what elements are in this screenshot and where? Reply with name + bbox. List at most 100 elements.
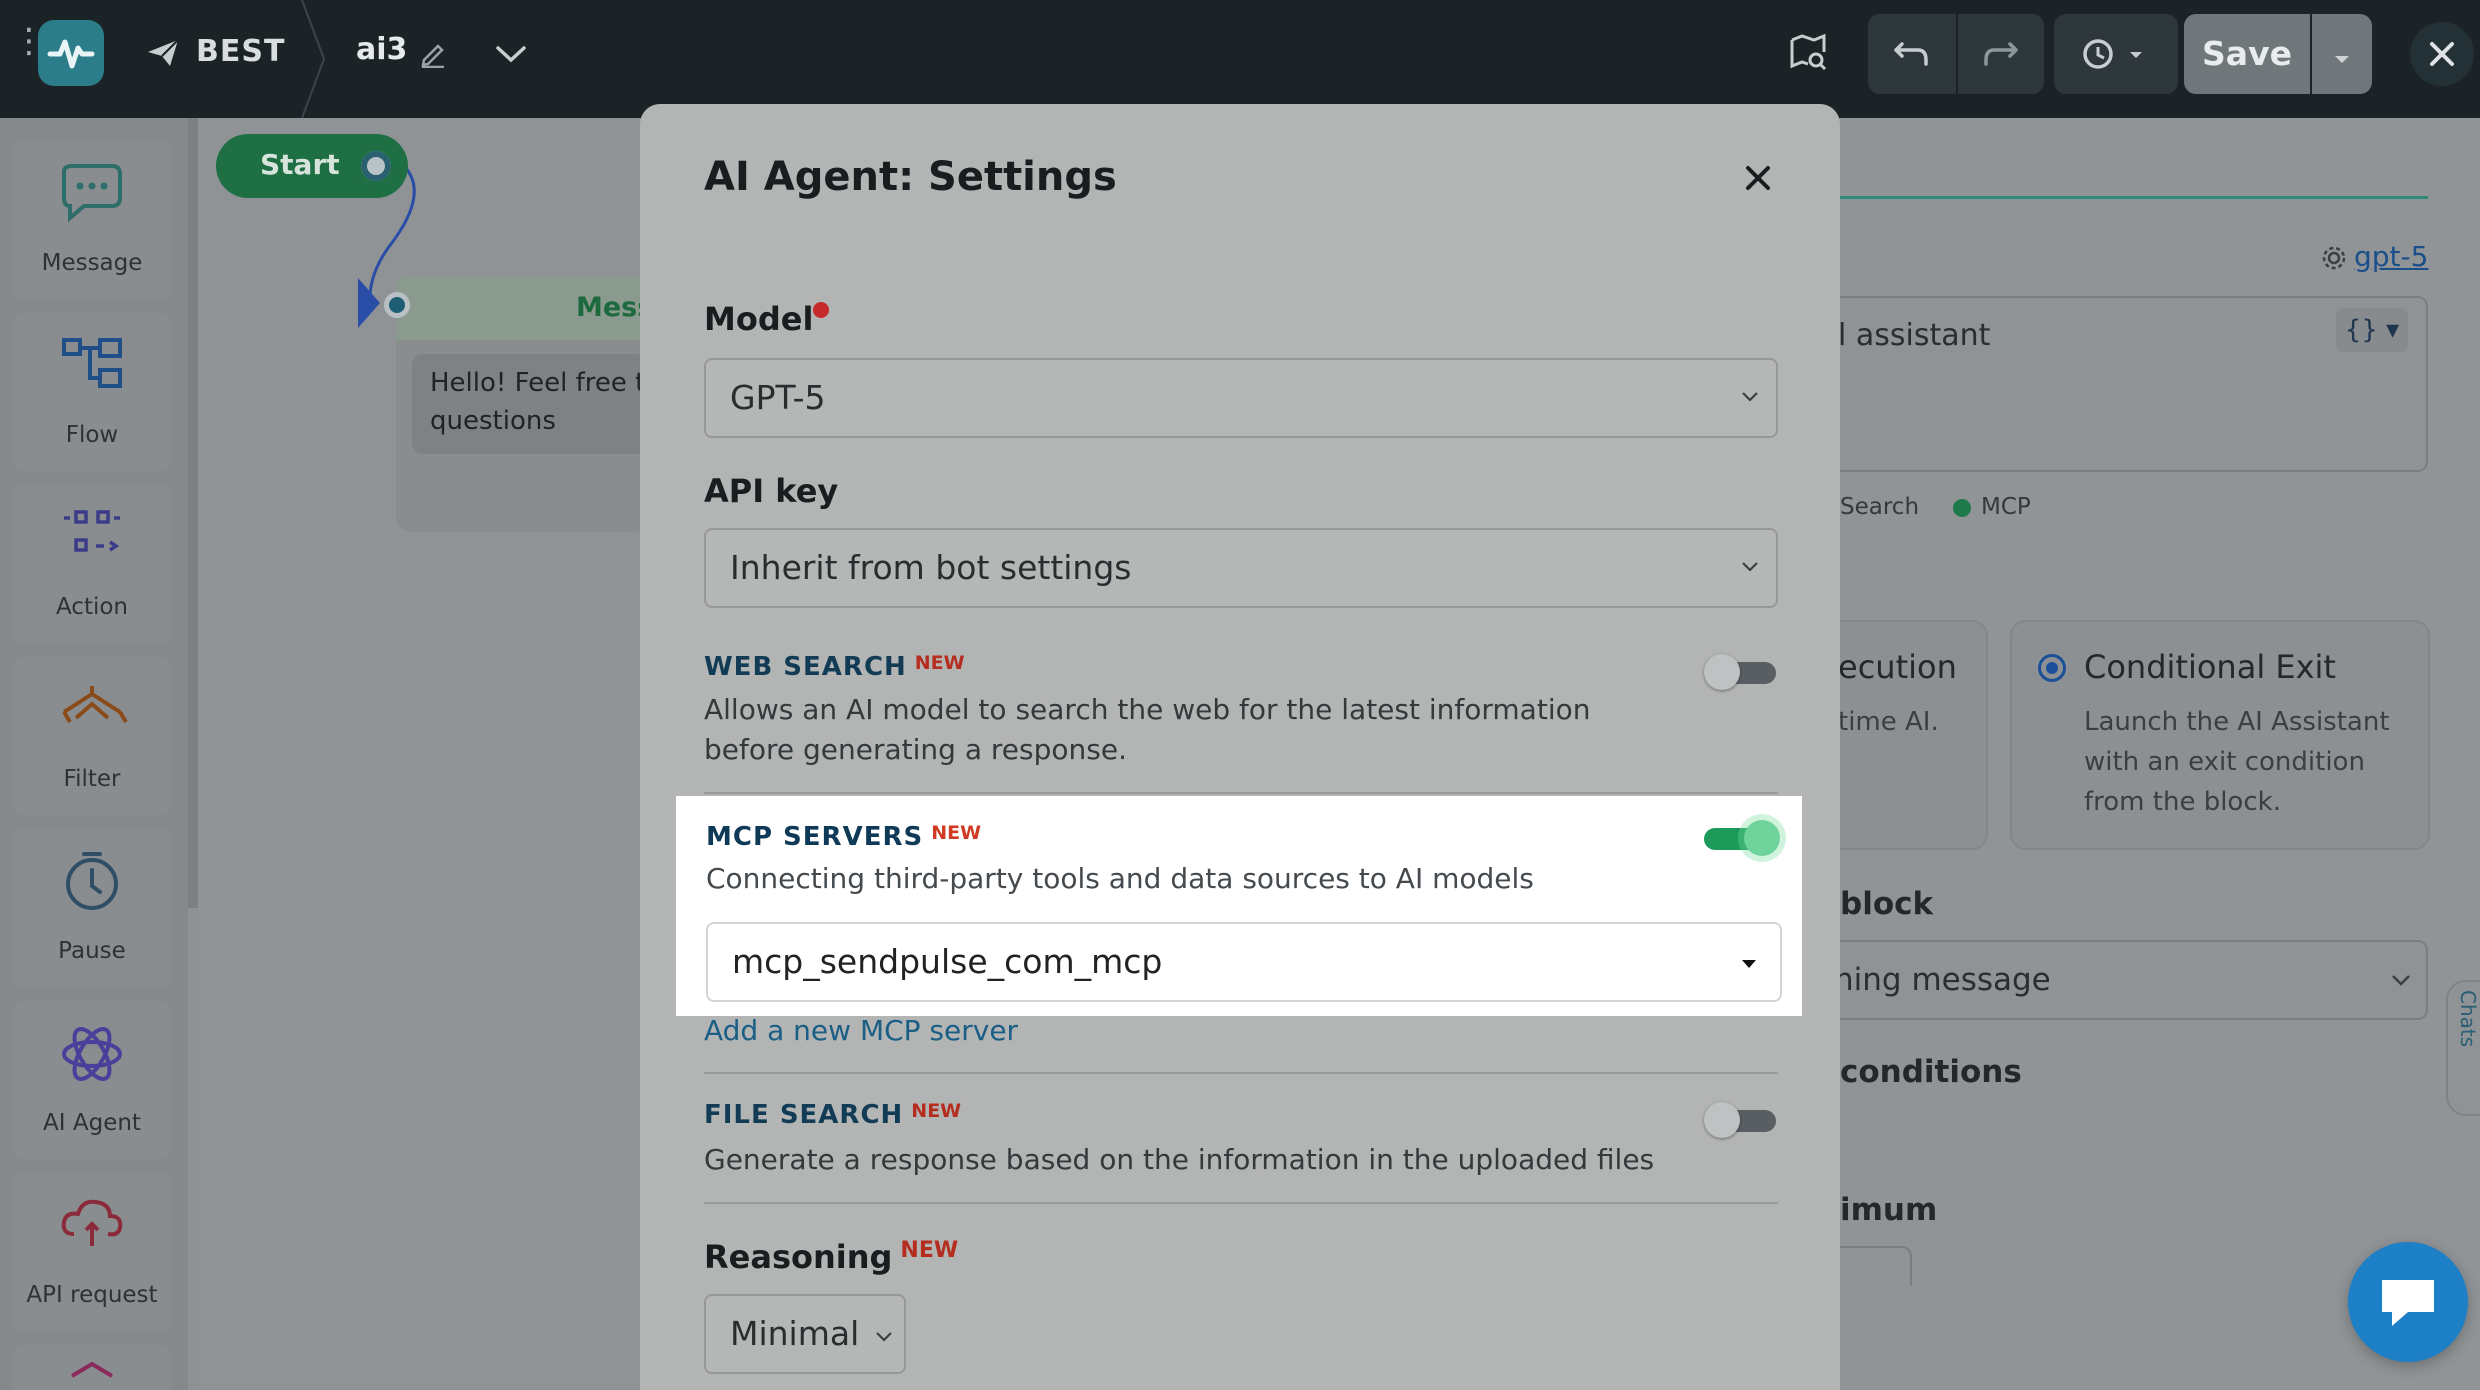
api-key-select[interactable]: Inherit from bot settings bbox=[704, 528, 1778, 608]
live-chat-button[interactable] bbox=[2348, 1242, 2468, 1362]
palette-label: API request bbox=[26, 1282, 158, 1308]
file-search-toggle[interactable] bbox=[1704, 1100, 1780, 1140]
chevron-down-icon bbox=[1742, 392, 1758, 402]
mcp-status-dot bbox=[1953, 498, 1972, 517]
caret-down-icon bbox=[1742, 960, 1756, 968]
modal-title: AI Agent: Settings bbox=[704, 154, 1117, 200]
chevron-down-icon bbox=[1742, 562, 1758, 572]
reasoning-select-value: Minimal bbox=[730, 1314, 860, 1353]
add-mcp-server-link[interactable]: Add a new MCP server bbox=[704, 1014, 1018, 1047]
message-input-port[interactable] bbox=[384, 292, 410, 318]
redo-icon bbox=[1984, 42, 2018, 66]
model-select-value: GPT-5 bbox=[730, 378, 826, 417]
undo-button[interactable] bbox=[1868, 14, 1956, 94]
palette-item-pause[interactable]: Pause bbox=[12, 828, 172, 988]
block-select[interactable]: ning message bbox=[1780, 940, 2428, 1020]
edit-icon[interactable] bbox=[418, 38, 448, 68]
close-icon bbox=[2430, 42, 2454, 66]
tool-tags: Search MCP bbox=[1840, 494, 2031, 520]
chats-side-tab[interactable]: Chats bbox=[2446, 980, 2480, 1116]
new-badge: NEW bbox=[931, 822, 982, 844]
mcp-servers-description: Connecting third-party tools and data so… bbox=[706, 862, 1534, 895]
model-label: Model bbox=[704, 300, 830, 338]
palette-label: Filter bbox=[63, 766, 121, 792]
api-key-label: API key bbox=[704, 472, 839, 510]
conditional-exit-radio[interactable] bbox=[2038, 654, 2066, 682]
divider bbox=[704, 1202, 1778, 1204]
palette-label: Message bbox=[41, 250, 143, 276]
web-search-toggle[interactable] bbox=[1704, 652, 1780, 692]
reasoning-select[interactable]: Minimal bbox=[704, 1294, 906, 1374]
required-indicator bbox=[813, 302, 830, 318]
conditional-exit-card[interactable]: Conditional Exit Launch the AI Assistant… bbox=[2010, 620, 2430, 850]
prompt-text: l assistant bbox=[1838, 318, 1991, 353]
message-node-header: Mess bbox=[396, 276, 653, 340]
gear-icon[interactable] bbox=[2320, 244, 2348, 272]
palette-label: Action bbox=[55, 594, 129, 620]
web-search-title: WEB SEARCH NEW bbox=[704, 652, 965, 682]
chat-icon bbox=[2382, 1280, 2434, 1326]
more-vertical-icon[interactable]: ⋮ bbox=[12, 24, 46, 80]
model-link[interactable]: gpt-5 bbox=[2354, 240, 2428, 273]
bot-name[interactable]: BEST bbox=[196, 34, 285, 69]
chevron-down-icon bbox=[2392, 975, 2410, 986]
card-title: ecution bbox=[1838, 648, 1957, 686]
palette-item-ai-agent[interactable]: AI Agent bbox=[12, 1000, 172, 1160]
mcp-servers-toggle[interactable] bbox=[1704, 818, 1780, 858]
map-search-icon[interactable] bbox=[1788, 32, 1828, 72]
breadcrumb-separator bbox=[301, 0, 326, 118]
caret-down-icon bbox=[2335, 56, 2349, 63]
card-desc: time AI. bbox=[1838, 707, 1939, 737]
new-badge: NEW bbox=[900, 1238, 959, 1263]
send-icon bbox=[148, 39, 179, 66]
palette-item-more[interactable] bbox=[12, 1344, 172, 1390]
palette-scrollbar[interactable] bbox=[188, 118, 198, 908]
palette-item-api-request[interactable]: API request bbox=[12, 1172, 172, 1332]
model-select[interactable]: GPT-5 bbox=[704, 358, 1778, 438]
minimum-heading: imum bbox=[1840, 1192, 1938, 1228]
web-search-description: Allows an AI model to search the web for… bbox=[704, 693, 1591, 766]
variables-button[interactable]: {} ▾ bbox=[2336, 308, 2408, 352]
save-options-button[interactable] bbox=[2312, 14, 2372, 94]
reasoning-label: Reasoning NEW bbox=[704, 1238, 959, 1276]
palette-label: Pause bbox=[58, 938, 126, 964]
start-output-port[interactable] bbox=[354, 144, 398, 188]
close-icon[interactable] bbox=[1740, 160, 1776, 196]
cube-icon bbox=[70, 1361, 114, 1378]
block-select-value: ning message bbox=[1834, 962, 2051, 998]
divider bbox=[704, 1072, 1778, 1074]
message-node-body: Hello! Feel free t questions bbox=[412, 354, 646, 454]
palette-item-filter[interactable]: Filter bbox=[12, 656, 172, 816]
flow-name[interactable]: ai3 bbox=[356, 32, 407, 67]
tag-mcp: MCP bbox=[1981, 494, 2031, 520]
block-heading: block bbox=[1840, 886, 1934, 922]
message-node[interactable]: Mess Hello! Feel free t questions bbox=[396, 276, 653, 532]
flow-icon bbox=[62, 338, 122, 388]
history-button[interactable] bbox=[2054, 14, 2178, 94]
palette-item-action[interactable]: Action bbox=[12, 484, 172, 644]
mcp-server-select[interactable]: mcp_sendpulse_com_mcp bbox=[706, 922, 1782, 1002]
undo-icon bbox=[1894, 42, 1928, 66]
start-node[interactable]: Start bbox=[216, 134, 408, 198]
close-editor-button[interactable] bbox=[2410, 22, 2474, 86]
palette-item-flow[interactable]: Flow bbox=[12, 312, 172, 472]
redo-button[interactable] bbox=[1958, 14, 2044, 94]
chevron-down-icon[interactable] bbox=[494, 38, 528, 68]
api-key-select-value: Inherit from bot settings bbox=[730, 548, 1132, 587]
card-desc: Launch the AI Assistant with an exit con… bbox=[2084, 707, 2390, 817]
app-logo-icon[interactable] bbox=[38, 20, 104, 86]
history-icon bbox=[2083, 39, 2142, 69]
save-button[interactable]: Save bbox=[2184, 14, 2310, 94]
card-title: Conditional Exit bbox=[2084, 648, 2336, 686]
mcp-server-select-value: mcp_sendpulse_com_mcp bbox=[732, 942, 1163, 981]
palette-label: AI Agent bbox=[43, 1110, 141, 1136]
message-icon bbox=[62, 164, 122, 223]
ai-agent-settings-modal: AI Agent: Settings Model GPT-5 API key I… bbox=[640, 104, 1840, 1390]
filter-icon bbox=[62, 686, 128, 724]
file-search-title: FILE SEARCH NEW bbox=[704, 1100, 962, 1130]
prompt-textarea[interactable]: l assistant {} ▾ bbox=[1816, 296, 2428, 472]
palette-item-message[interactable]: Message bbox=[12, 140, 172, 300]
new-badge: NEW bbox=[911, 1100, 962, 1122]
ai-agent-icon bbox=[62, 1027, 122, 1081]
mcp-servers-section: MCP SERVERS NEW Connecting third-party to… bbox=[676, 796, 1802, 1016]
